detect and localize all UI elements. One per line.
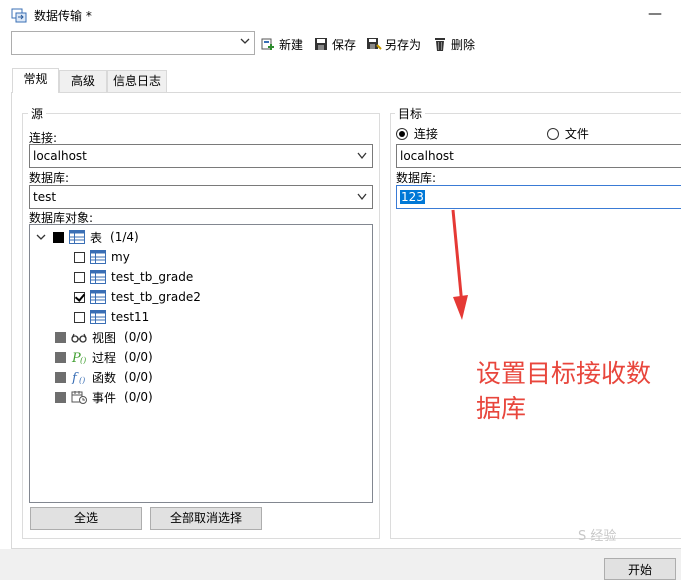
target-database-value: 123 <box>400 190 425 204</box>
table-icon <box>90 290 106 304</box>
functions-label: 函数 <box>92 370 117 385</box>
profile-select[interactable] <box>11 31 255 55</box>
tables-label: 表 <box>90 230 103 245</box>
svg-text:(): () <box>79 376 85 384</box>
source-connection-value: localhost <box>33 149 87 163</box>
chevron-down-icon[interactable] <box>36 232 46 242</box>
tables-checkbox[interactable] <box>53 231 64 243</box>
functions-checkbox[interactable] <box>55 371 66 383</box>
views-count: (0/0) <box>124 330 153 344</box>
delete-button[interactable]: 删除 <box>432 34 475 54</box>
table-checkbox[interactable] <box>74 291 85 303</box>
save-as-button[interactable]: 另存为 <box>366 34 421 54</box>
tab-general[interactable]: 常规 <box>12 68 59 93</box>
new-button[interactable]: 新建 <box>260 34 303 54</box>
chevron-down-icon <box>357 152 367 160</box>
svg-text:(): () <box>80 356 86 364</box>
views-checkbox[interactable] <box>55 331 66 343</box>
save-icon <box>315 38 327 50</box>
events-label: 事件 <box>92 390 117 405</box>
tree-node-views[interactable]: 视图 (0/0) <box>55 328 153 346</box>
tree-node-table[interactable]: test11 <box>74 308 149 326</box>
target-database-input[interactable]: 123 <box>396 185 681 209</box>
tree-node-table[interactable]: test_tb_grade2 <box>74 288 201 306</box>
chevron-down-icon <box>357 193 367 201</box>
table-icon <box>90 310 106 324</box>
minimize-button[interactable]: — <box>640 4 670 24</box>
event-calendar-icon <box>71 391 87 404</box>
table-name: test_tb_grade2 <box>111 290 201 304</box>
glasses-icon <box>71 333 87 343</box>
target-radio-connection[interactable]: 连接 <box>396 125 438 142</box>
events-count: (0/0) <box>124 390 153 404</box>
database-objects-tree[interactable]: 表 (1/4) my test_tb_grade test_tb_grade2 … <box>29 224 373 503</box>
start-button[interactable]: 开始 <box>604 558 676 580</box>
tree-node-table[interactable]: my <box>74 248 130 266</box>
procedure-icon: P() <box>71 351 86 364</box>
deselect-all-button[interactable]: 全部取消选择 <box>150 507 262 530</box>
delete-label: 删除 <box>451 37 476 52</box>
source-database-select[interactable]: test <box>29 185 373 209</box>
annotation-text: 设置目标接收数 据库 <box>476 356 681 426</box>
target-radio-file[interactable]: 文件 <box>547 125 589 142</box>
procedures-label: 过程 <box>92 350 117 365</box>
save-button[interactable]: 保存 <box>313 34 356 54</box>
table-icon <box>90 250 106 264</box>
procedures-count: (0/0) <box>124 350 153 364</box>
radio-connection-indicator[interactable] <box>396 127 408 140</box>
save-as-label: 另存为 <box>385 37 422 52</box>
svg-text:f: f <box>71 371 79 384</box>
footer-bar <box>0 549 681 580</box>
table-checkbox[interactable] <box>74 271 85 283</box>
annotation-arrow-icon <box>451 209 468 320</box>
target-connection-select[interactable]: localhost <box>396 144 681 168</box>
target-connection-value: localhost <box>400 149 454 163</box>
table-name: test11 <box>111 310 150 324</box>
annotation-line: 据库 <box>476 394 527 423</box>
source-database-label: 数据库: <box>29 171 70 185</box>
source-connection-select[interactable]: localhost <box>29 144 373 168</box>
tree-node-table[interactable]: test_tb_grade <box>74 268 193 286</box>
tree-node-procedures[interactable]: P() 过程 (0/0) <box>55 348 153 366</box>
functions-count: (0/0) <box>124 370 153 384</box>
trash-icon <box>435 38 445 51</box>
select-all-button[interactable]: 全选 <box>30 507 142 530</box>
window-title: 数据传输 * <box>34 9 92 23</box>
source-group-title: 源 <box>28 105 47 122</box>
save-label: 保存 <box>332 37 357 52</box>
source-database-value: test <box>33 190 57 204</box>
annotation-line: 设置目标接收数 <box>476 359 652 388</box>
table-checkbox[interactable] <box>74 251 85 263</box>
table-icon <box>69 230 85 244</box>
table-name: my <box>111 250 130 264</box>
target-database-label: 数据库: <box>396 171 437 185</box>
tree-node-events[interactable]: 事件 (0/0) <box>55 388 153 406</box>
tab-advanced[interactable]: 高级 <box>59 70 107 92</box>
watermark: S 经验 <box>578 529 617 544</box>
function-icon: f() <box>71 371 85 384</box>
radio-file-indicator[interactable] <box>547 127 559 140</box>
new-label: 新建 <box>279 37 304 52</box>
tables-count: (1/4) <box>110 230 139 244</box>
tab-info-log[interactable]: 信息日志 <box>107 70 167 92</box>
chevron-down-icon <box>240 38 250 44</box>
procedures-checkbox[interactable] <box>55 351 66 363</box>
tree-node-tables[interactable]: 表 (1/4) <box>36 228 139 246</box>
table-name: test_tb_grade <box>111 270 194 284</box>
new-file-icon <box>261 38 274 50</box>
table-checkbox[interactable] <box>74 311 85 323</box>
radio-connection-label: 连接 <box>413 127 438 141</box>
target-group-title: 目标 <box>395 105 426 122</box>
table-icon <box>90 270 106 284</box>
tree-node-functions[interactable]: f() 函数 (0/0) <box>55 368 153 386</box>
events-checkbox[interactable] <box>55 391 66 403</box>
title-bar <box>0 0 681 30</box>
views-label: 视图 <box>92 330 117 345</box>
radio-file-label: 文件 <box>564 127 589 141</box>
data-transfer-icon <box>11 7 27 23</box>
save-as-icon <box>367 38 382 50</box>
